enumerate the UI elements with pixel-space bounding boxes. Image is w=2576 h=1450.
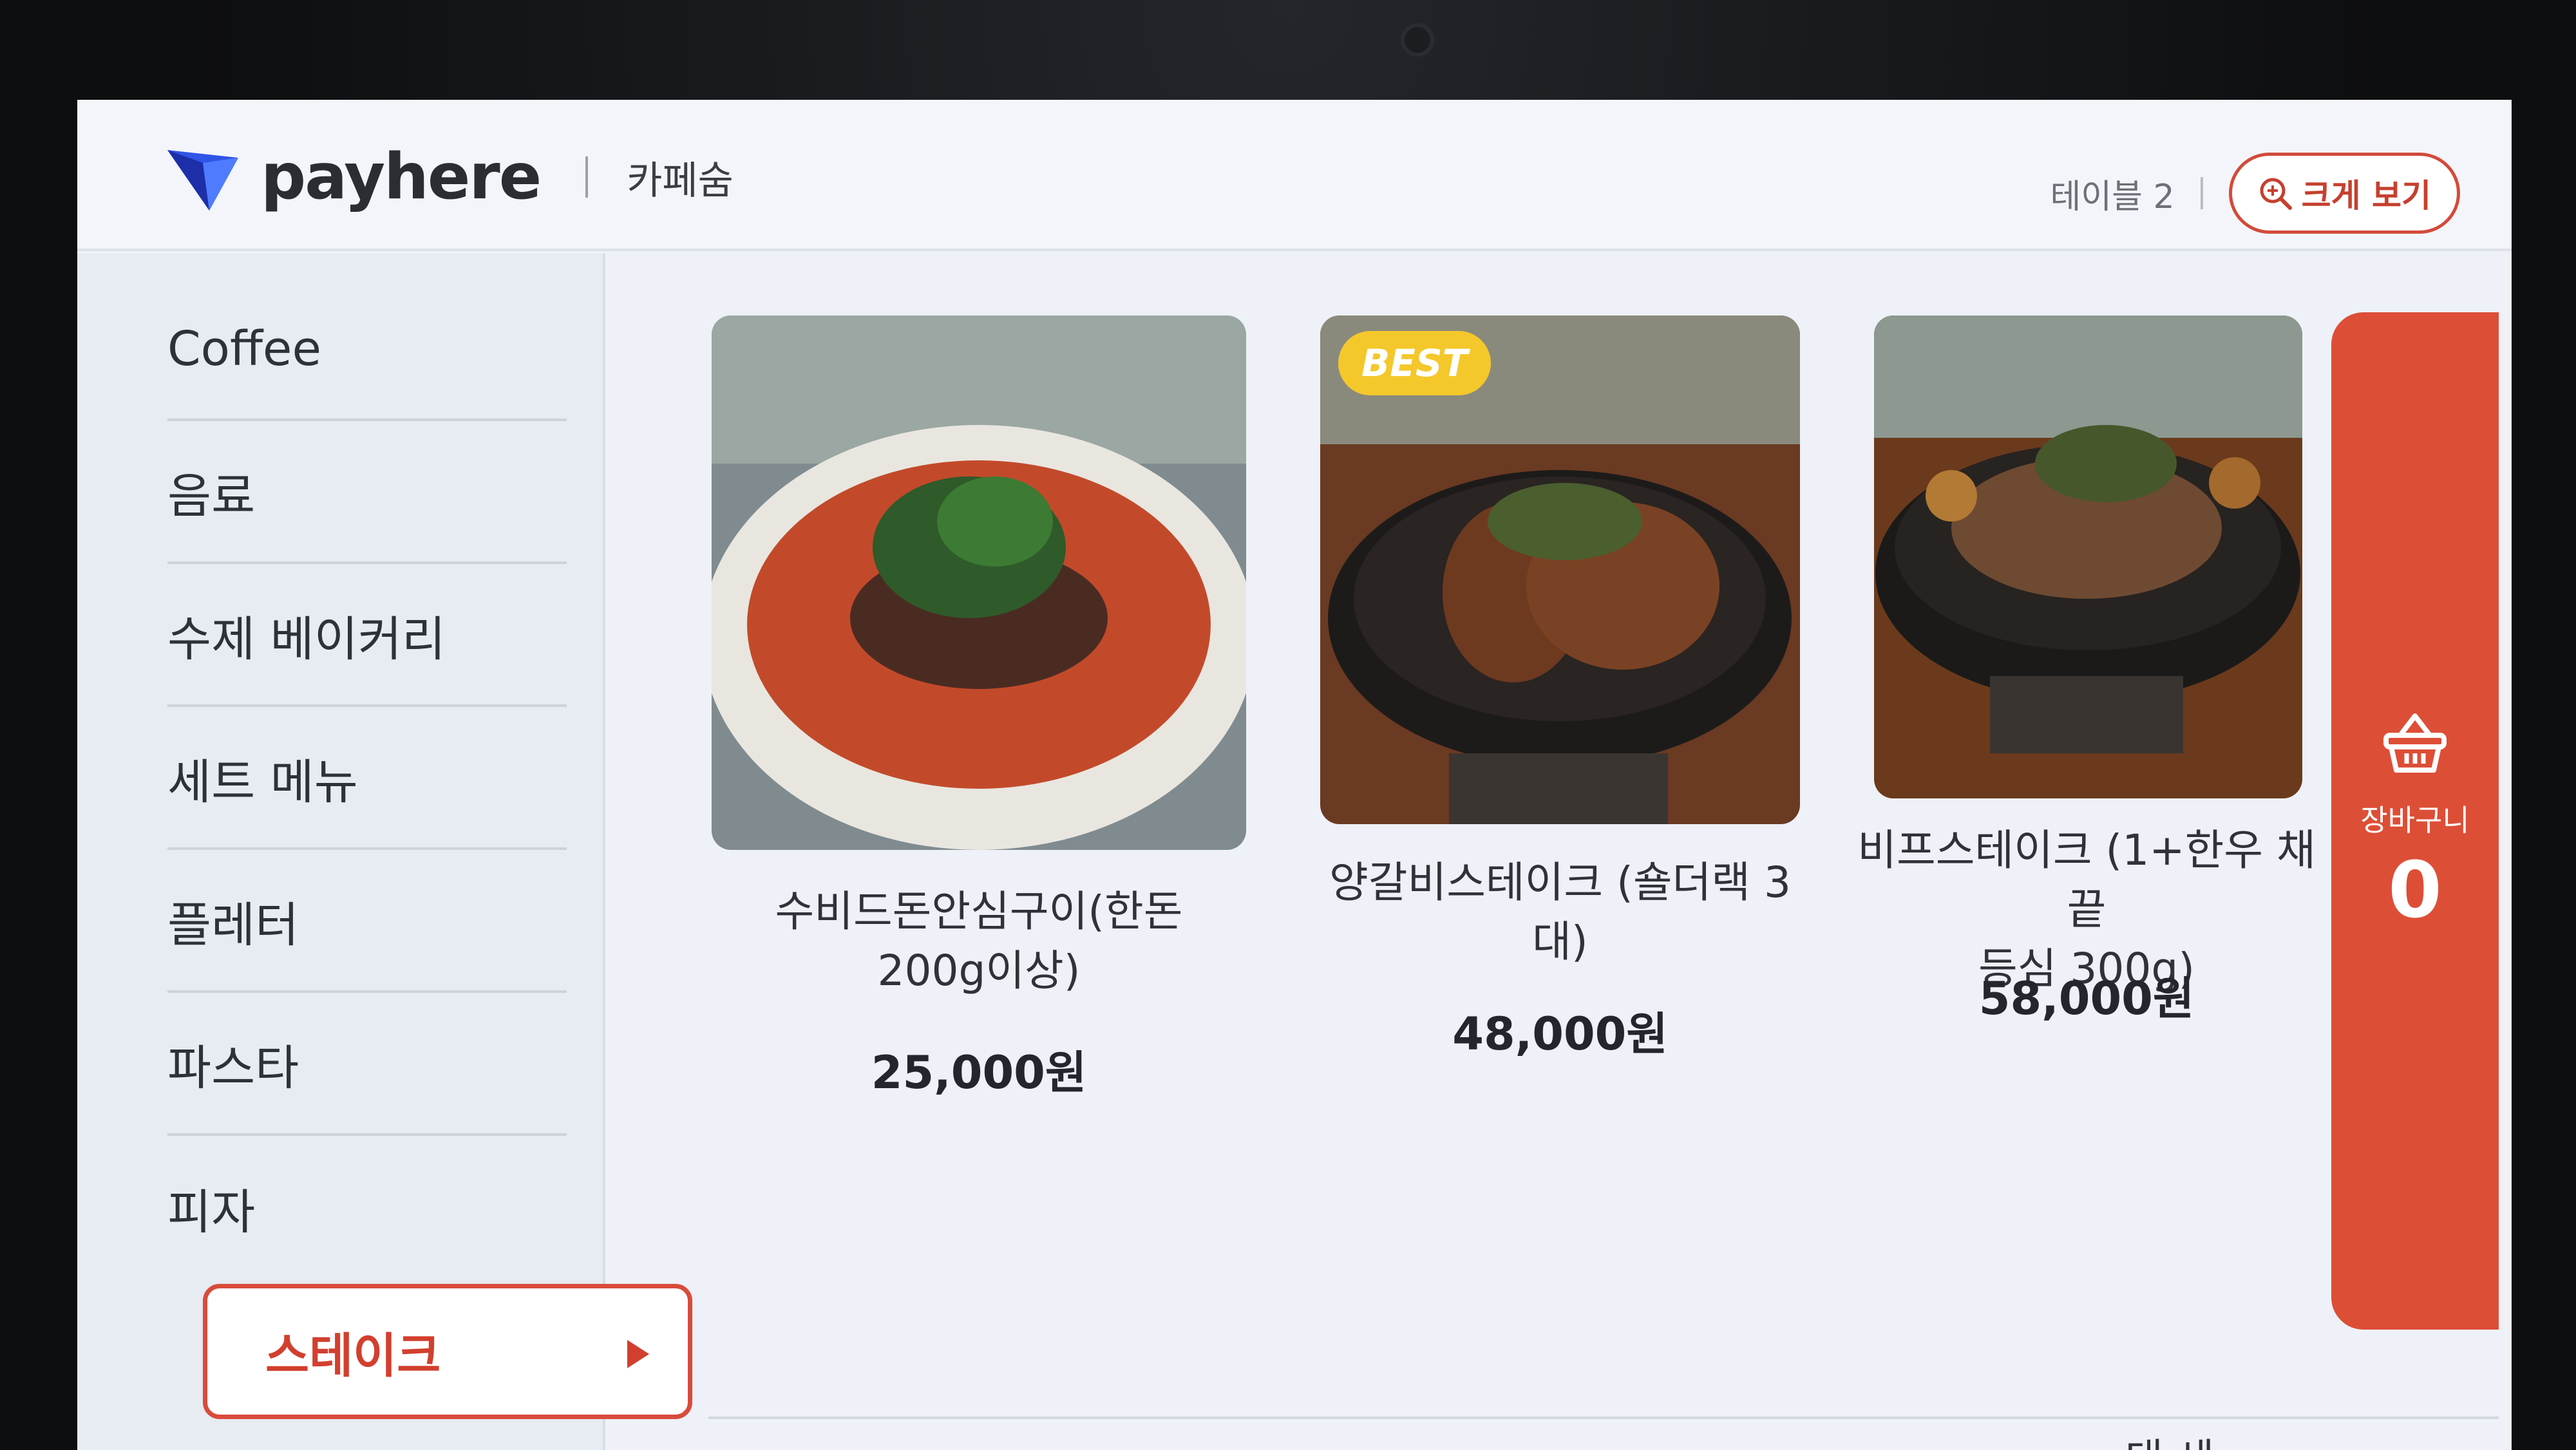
category-steak[interactable]: 스테이크 — [203, 1284, 692, 1419]
logo-text: payhere — [261, 140, 542, 214]
device-bezel: payhere 카페숨 테이블 2 크게 보기 Coffee 음료 수제 베이커… — [0, 0, 2576, 1450]
kiosk-screen: payhere 카페숨 테이블 2 크게 보기 Coffee 음료 수제 베이커… — [77, 100, 2512, 1450]
category-label: 플레터 — [167, 897, 299, 953]
category-label: 수제 베이커리 — [167, 611, 446, 667]
cart-count: 0 — [2388, 845, 2442, 936]
zoom-in-icon — [2260, 178, 2292, 210]
category-label: Coffee — [167, 321, 321, 377]
product-name-line: 양갈비스테이크 (숄더랙 3 — [1329, 858, 1791, 907]
best-badge: BEST — [1338, 331, 1492, 395]
store-name: 카페숨 — [627, 158, 734, 203]
category-label: 피자 — [167, 1184, 256, 1240]
header-right-divider — [2200, 177, 2203, 209]
chevron-right-icon — [627, 1340, 649, 1368]
category-pizza[interactable]: 피자 — [167, 1137, 567, 1279]
category-bakery[interactable]: 수제 베이커리 — [167, 565, 567, 707]
product-image: BEST — [1320, 315, 1800, 824]
category-label: 음료 — [167, 468, 256, 524]
zoom-button[interactable]: 크게 보기 — [2228, 153, 2460, 234]
category-label: 파스타 — [167, 1040, 299, 1096]
category-set-menu[interactable]: 세트 메뉴 — [167, 708, 567, 850]
zoom-button-label: 크게 보기 — [2301, 177, 2431, 214]
table-number: 테이블 2 — [2050, 177, 2175, 216]
product-image — [712, 315, 1246, 850]
basket-icon — [2383, 713, 2447, 773]
product-name-line: 200g이상) — [877, 946, 1081, 995]
payhere-logo-icon — [167, 150, 238, 211]
header-right: 테이블 2 크게 보기 — [2050, 153, 2460, 234]
product-name-line: 대) — [1532, 917, 1588, 966]
category-pasta[interactable]: 파스타 — [167, 994, 567, 1136]
category-sidebar: Coffee 음료 수제 베이커리 세트 메뉴 플레터 파스타 피자 스테이크 — [77, 254, 692, 1450]
cart-button[interactable]: 장바구니 0 — [2331, 312, 2499, 1330]
product-name: 양갈비스테이크 (숄더랙 3 대) — [1288, 853, 1832, 972]
product-price: 48,000원 — [1452, 1008, 1668, 1060]
category-coffee[interactable]: Coffee — [167, 279, 567, 421]
bottom-partial-text: 대 세 — [2125, 1426, 2214, 1450]
product-price: 58,000원 — [1978, 972, 2195, 1025]
product-name-line: 수비드돈안심구이(한돈 — [775, 887, 1183, 936]
product-image — [1874, 315, 2302, 798]
camera-icon — [1401, 23, 1434, 57]
header-divider — [585, 156, 589, 198]
category-label: 스테이크 — [265, 1328, 441, 1384]
top-header: payhere 카페숨 테이블 2 크게 보기 — [77, 100, 2512, 251]
product-price: 25,000원 — [871, 1046, 1087, 1099]
product-name-line: 비프스테이크 (1+한우 채끝 — [1857, 825, 2316, 934]
product-name: 수비드돈안심구이(한돈 200g이상) — [712, 882, 1246, 1001]
category-drinks[interactable]: 음료 — [167, 422, 567, 564]
cart-label: 장바구니 — [2360, 802, 2470, 838]
category-platter[interactable]: 플레터 — [167, 851, 567, 993]
brand-logo: payhere 카페숨 — [164, 138, 734, 216]
category-label: 세트 메뉴 — [167, 754, 358, 810]
bottom-divider — [708, 1417, 2499, 1419]
